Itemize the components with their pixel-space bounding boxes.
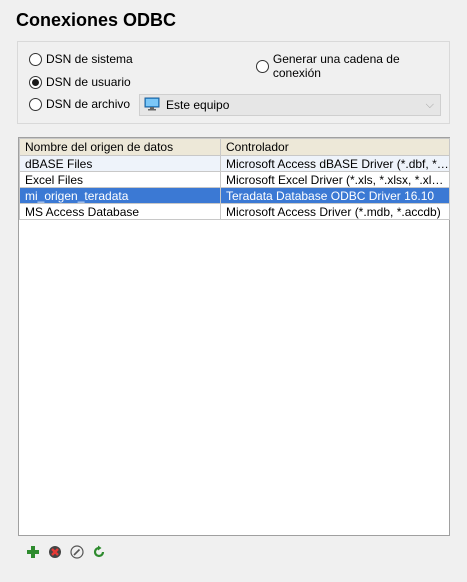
chevron-down-icon[interactable]: ⌵ <box>426 99 434 112</box>
radio-dot-dsn-archivo[interactable] <box>29 97 42 111</box>
radio-dsn-sistema[interactable]: DSN de sistema <box>29 52 133 66</box>
radio-dsn-archivo[interactable]: DSN de archivo <box>29 97 130 111</box>
cell-name: MS Access Database <box>19 203 221 220</box>
radio-dsn-usuario[interactable]: DSN de usuario <box>29 75 131 89</box>
cell-driver: Teradata Database ODBC Driver 16.10 <box>220 187 450 204</box>
radio-label-cadena-conexion: Generar una cadena de conexión <box>272 52 400 80</box>
location-combo[interactable]: Este equipo ⌵ <box>139 94 441 116</box>
radio-label-dsn-archivo: DSN de archivo <box>46 97 131 111</box>
refresh-icon[interactable] <box>91 544 107 560</box>
radio-dot-dsn-usuario[interactable] <box>29 75 42 89</box>
table-row[interactable]: MS Access Database Microsoft Access Driv… <box>19 203 450 220</box>
dsn-options-group: DSN de sistema DSN de usuario DSN de arc… <box>17 41 450 124</box>
table-row[interactable]: Excel Files Microsoft Excel Driver (*.xl… <box>19 171 450 188</box>
computer-icon <box>144 97 160 114</box>
table-toolbar <box>25 544 107 560</box>
delete-icon[interactable] <box>47 544 63 560</box>
location-combo-value: Este equipo <box>166 98 230 112</box>
column-header-name[interactable]: Nombre del origen de datos <box>19 138 221 156</box>
cell-driver: Microsoft Excel Driver (*.xls, *.xlsx, *… <box>220 171 450 188</box>
dsn-table: Nombre del origen de datos Controlador d… <box>18 137 450 536</box>
radio-cadena-conexion[interactable]: Generar una cadena de conexión <box>256 52 449 80</box>
cell-driver: Microsoft Access Driver (*.mdb, *.accdb) <box>220 203 450 220</box>
cell-driver: Microsoft Access dBASE Driver (*.dbf, *.… <box>220 155 450 172</box>
radio-label-dsn-sistema: DSN de sistema <box>46 52 133 66</box>
cell-name: dBASE Files <box>19 155 221 172</box>
add-icon[interactable] <box>25 544 41 560</box>
edit-icon[interactable] <box>69 544 85 560</box>
radio-label-dsn-usuario: DSN de usuario <box>46 75 131 89</box>
cell-name: Excel Files <box>19 171 221 188</box>
table-header-row: Nombre del origen de datos Controlador <box>19 138 450 156</box>
column-header-driver[interactable]: Controlador <box>220 138 450 156</box>
table-row-selected[interactable]: mi_origen_teradata Teradata Database ODB… <box>19 187 450 204</box>
radio-dot-dsn-sistema[interactable] <box>29 52 42 66</box>
cell-name: mi_origen_teradata <box>19 187 221 204</box>
dialog-title: Conexiones ODBC <box>16 10 177 30</box>
table-row[interactable]: dBASE Files Microsoft Access dBASE Drive… <box>19 155 450 172</box>
radio-dot-cadena-conexion[interactable] <box>256 59 269 73</box>
